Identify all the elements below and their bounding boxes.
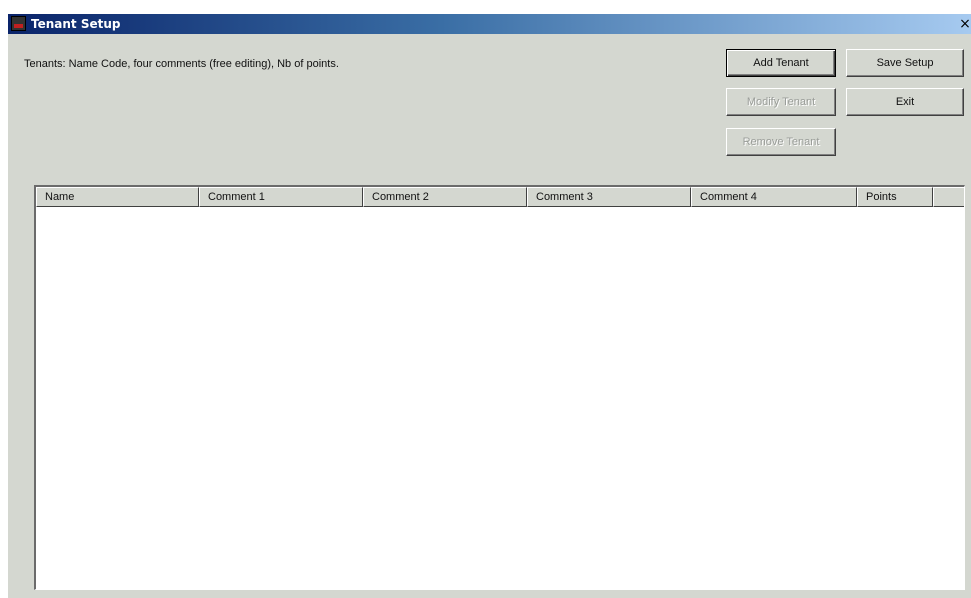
modify-tenant-button[interactable]: Modify Tenant: [726, 88, 836, 116]
column-header-name[interactable]: Name: [36, 187, 199, 207]
tenant-list[interactable]: Name Comment 1 Comment 2 Comment 3 Comme…: [34, 185, 965, 590]
column-header-comment-4[interactable]: Comment 4: [691, 187, 857, 207]
close-icon[interactable]: ×: [959, 16, 971, 32]
window-title: Tenant Setup: [31, 17, 121, 31]
tenant-list-body[interactable]: [36, 207, 964, 589]
add-tenant-button[interactable]: Add Tenant: [726, 49, 836, 77]
column-header-filler: [933, 187, 964, 207]
instructions-text: Tenants: Name Code, four comments (free …: [24, 58, 339, 70]
column-header-comment-1[interactable]: Comment 1: [199, 187, 363, 207]
tenant-setup-dialog: Tenant Setup × Tenants: Name Code, four …: [8, 14, 971, 598]
column-header-points[interactable]: Points: [857, 187, 933, 207]
column-header-comment-2[interactable]: Comment 2: [363, 187, 527, 207]
remove-tenant-button[interactable]: Remove Tenant: [726, 128, 836, 156]
app-icon: [11, 16, 26, 31]
exit-button[interactable]: Exit: [846, 88, 964, 116]
column-header-comment-3[interactable]: Comment 3: [527, 187, 691, 207]
save-setup-button[interactable]: Save Setup: [846, 49, 964, 77]
title-bar[interactable]: Tenant Setup ×: [8, 14, 971, 34]
tenant-list-header: Name Comment 1 Comment 2 Comment 3 Comme…: [36, 187, 964, 207]
